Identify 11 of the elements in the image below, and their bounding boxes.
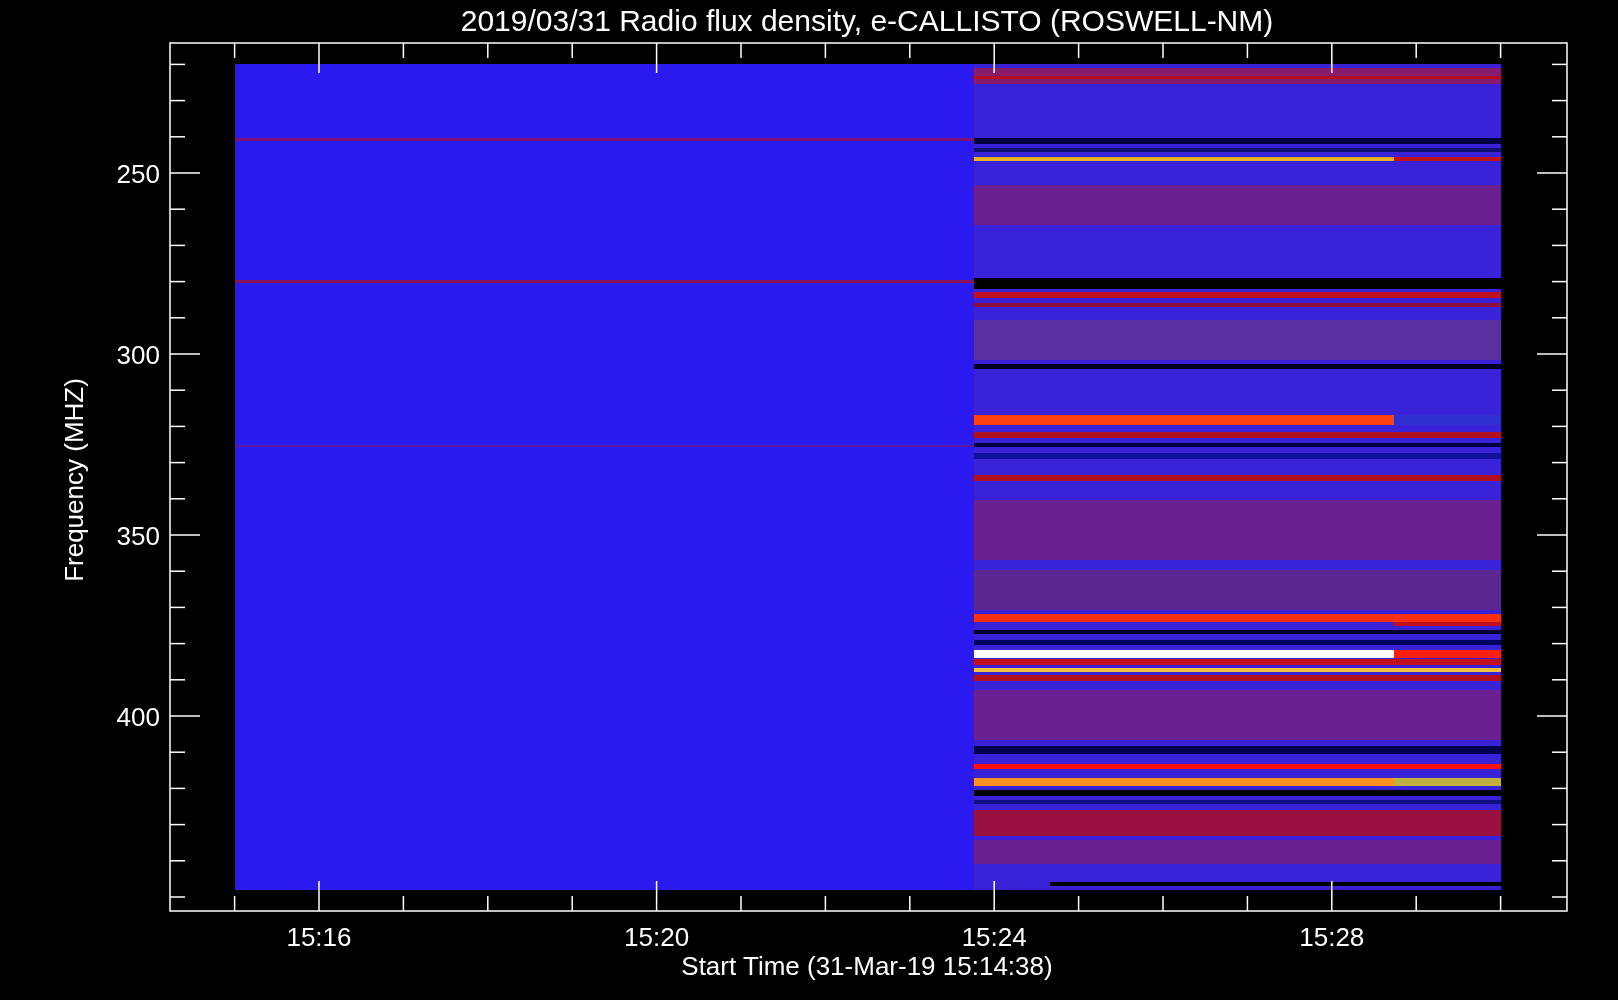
y-tick-label: 400: [116, 702, 160, 732]
y-tick-label: 250: [116, 159, 160, 189]
y-axis-label: Frequency (MHZ): [59, 378, 89, 582]
y-tick-label: 350: [116, 521, 160, 551]
x-axis-label: Start Time (31-Mar-19 15:14:38): [681, 951, 1053, 981]
x-tick-label: 15:28: [1299, 922, 1365, 952]
x-tick-label: 15:20: [624, 922, 690, 952]
x-tick-label: 15:24: [961, 922, 1027, 952]
y-tick-label: 300: [116, 340, 160, 370]
x-tick-label: 15:16: [286, 922, 352, 952]
chart-title: 2019/03/31 Radio flux density, e-CALLISTO (ROSWELL-NM): [460, 4, 1274, 37]
